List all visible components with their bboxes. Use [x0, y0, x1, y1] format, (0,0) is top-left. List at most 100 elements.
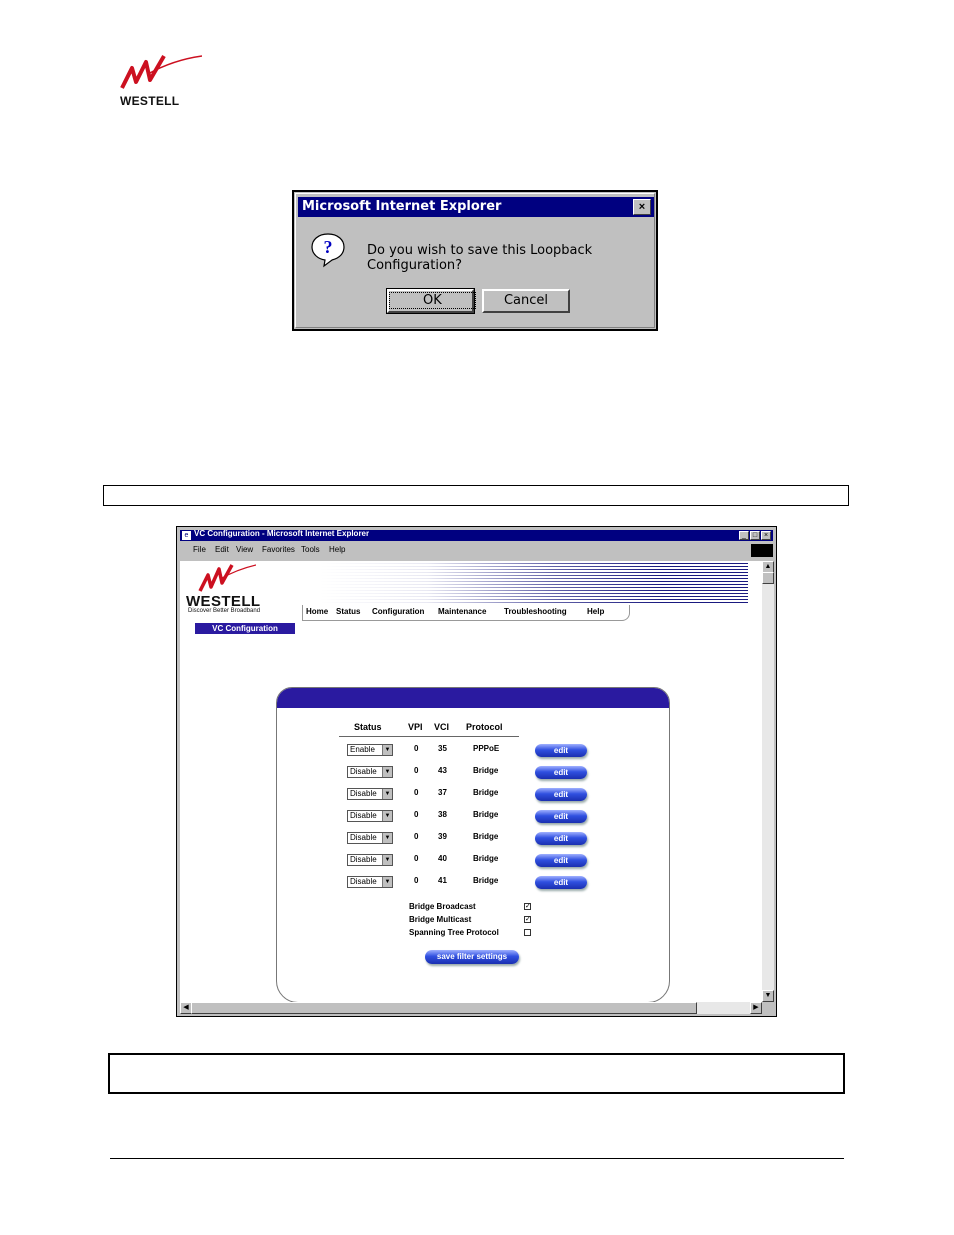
vpi-value: 0: [414, 876, 419, 885]
horizontal-scrollbar[interactable]: ◀ ▶: [180, 1002, 762, 1014]
nav-maintenance[interactable]: Maintenance: [438, 607, 486, 616]
vci-value: 37: [438, 788, 447, 797]
save-filter-settings-button[interactable]: save filter settings: [425, 950, 519, 964]
question-icon: ?: [310, 232, 345, 268]
chevron-down-icon: ▼: [382, 811, 392, 821]
table-row: Disable ▼ 0 40 Bridge edit: [277, 854, 669, 876]
protocol-value: Bridge: [473, 810, 499, 819]
vc-config-panel: Status VPI VCI Protocol Enable ▼ 0 35 PPP…: [276, 687, 670, 1002]
status-select[interactable]: Disable ▼: [347, 788, 393, 800]
vpi-value: 0: [414, 854, 419, 863]
vpi-value: 0: [414, 810, 419, 819]
status-select[interactable]: Disable ▼: [347, 854, 393, 866]
ok-button[interactable]: OK: [386, 288, 476, 314]
edit-button[interactable]: edit: [535, 854, 587, 867]
nav-configuration[interactable]: Configuration: [372, 607, 424, 616]
close-icon[interactable]: ×: [633, 199, 651, 215]
menu-favorites[interactable]: Favorites: [262, 545, 295, 554]
menu-file[interactable]: File: [193, 545, 206, 554]
scroll-right-icon[interactable]: ▶: [750, 1002, 762, 1014]
close-icon[interactable]: ×: [761, 531, 771, 540]
chevron-down-icon: ▼: [382, 745, 392, 755]
status-select[interactable]: Enable ▼: [347, 744, 393, 756]
nav-home[interactable]: Home: [306, 607, 328, 616]
status-select[interactable]: Disable ▼: [347, 810, 393, 822]
scroll-thumb[interactable]: [762, 572, 774, 584]
westell-page-logo-mark: [198, 564, 257, 592]
caption-box: [103, 485, 849, 506]
nav-troubleshooting[interactable]: Troubleshooting: [504, 607, 567, 616]
nav-help[interactable]: Help: [587, 607, 604, 616]
windows-logo-icon: [751, 544, 773, 557]
vci-value: 35: [438, 744, 447, 753]
menu-view[interactable]: View: [236, 545, 253, 554]
header-status: Status: [354, 722, 382, 732]
bridge-broadcast-label: Bridge Broadcast: [409, 902, 476, 911]
cancel-button[interactable]: Cancel: [482, 289, 570, 313]
protocol-value: Bridge: [473, 766, 499, 775]
status-select[interactable]: Disable ▼: [347, 832, 393, 844]
status-select[interactable]: Disable ▼: [347, 766, 393, 778]
status-select-value: Disable: [350, 855, 377, 864]
ie-app-icon: e: [182, 531, 191, 540]
chevron-down-icon: ▼: [382, 833, 392, 843]
dialog-titlebar: Microsoft Internet Explorer ×: [298, 197, 654, 217]
vci-value: 38: [438, 810, 447, 819]
logo-wordmark: WESTELL: [120, 94, 180, 108]
status-select-value: Enable: [350, 745, 375, 754]
nav-status[interactable]: Status: [336, 607, 360, 616]
browser-window: e VC Configuration - Microsoft Internet …: [176, 526, 777, 1017]
vpi-value: 0: [414, 744, 419, 753]
edit-button[interactable]: edit: [535, 832, 587, 845]
edit-button[interactable]: edit: [535, 876, 587, 889]
scroll-thumb[interactable]: [191, 1002, 697, 1014]
vci-value: 39: [438, 832, 447, 841]
vpi-value: 0: [414, 788, 419, 797]
note-box: [108, 1053, 845, 1094]
protocol-value: Bridge: [473, 876, 499, 885]
bridge-multicast-checkbox[interactable]: ✓: [524, 916, 531, 923]
westell-page-logo: WESTELL Discover Better Broadband: [186, 563, 296, 615]
status-select-value: Disable: [350, 789, 377, 798]
section-label: VC Configuration: [195, 623, 295, 634]
spanning-tree-checkbox[interactable]: [524, 929, 531, 936]
chevron-down-icon: ▼: [382, 877, 392, 887]
protocol-value: Bridge: [473, 788, 499, 797]
edit-button[interactable]: edit: [535, 744, 587, 757]
dialog-message: Do you wish to save this Loopback Config…: [367, 243, 593, 273]
westell-logo: WESTELL: [118, 54, 203, 108]
edit-button[interactable]: edit: [535, 788, 587, 801]
status-select-value: Disable: [350, 767, 377, 776]
protocol-value: Bridge: [473, 854, 499, 863]
menu-edit[interactable]: Edit: [215, 545, 229, 554]
chevron-down-icon: ▼: [382, 855, 392, 865]
protocol-value: Bridge: [473, 832, 499, 841]
spanning-tree-label: Spanning Tree Protocol: [409, 928, 499, 937]
vpi-value: 0: [414, 766, 419, 775]
bridge-broadcast-checkbox[interactable]: ✓: [524, 903, 531, 910]
edit-button[interactable]: edit: [535, 810, 587, 823]
table-row: Disable ▼ 0 39 Bridge edit: [277, 832, 669, 854]
vertical-scrollbar[interactable]: ▲ ▼: [762, 561, 774, 1002]
chevron-down-icon: ▼: [382, 789, 392, 799]
chevron-down-icon: ▼: [382, 767, 392, 777]
scroll-down-icon[interactable]: ▼: [762, 990, 774, 1002]
maximize-icon[interactable]: □: [750, 531, 760, 540]
table-row: Enable ▼ 0 35 PPPoE edit: [277, 744, 669, 766]
ie-confirm-dialog: Microsoft Internet Explorer × ? Do you w…: [292, 190, 658, 331]
svg-text:?: ?: [324, 237, 333, 257]
footer-rule: [110, 1158, 844, 1159]
vci-value: 43: [438, 766, 447, 775]
table-row: Disable ▼ 0 43 Bridge edit: [277, 766, 669, 788]
status-select[interactable]: Disable ▼: [347, 876, 393, 888]
vci-value: 41: [438, 876, 447, 885]
vci-value: 40: [438, 854, 447, 863]
minimize-icon[interactable]: _: [739, 531, 749, 540]
nav-bar: Home Status Configuration Maintenance Tr…: [302, 605, 630, 621]
header-vpi: VPI: [408, 722, 423, 732]
edit-button[interactable]: edit: [535, 766, 587, 779]
menu-tools[interactable]: Tools: [301, 545, 320, 554]
header-rule: [339, 736, 519, 737]
bridge-multicast-label: Bridge Multicast: [409, 915, 472, 924]
menu-help[interactable]: Help: [329, 545, 345, 554]
